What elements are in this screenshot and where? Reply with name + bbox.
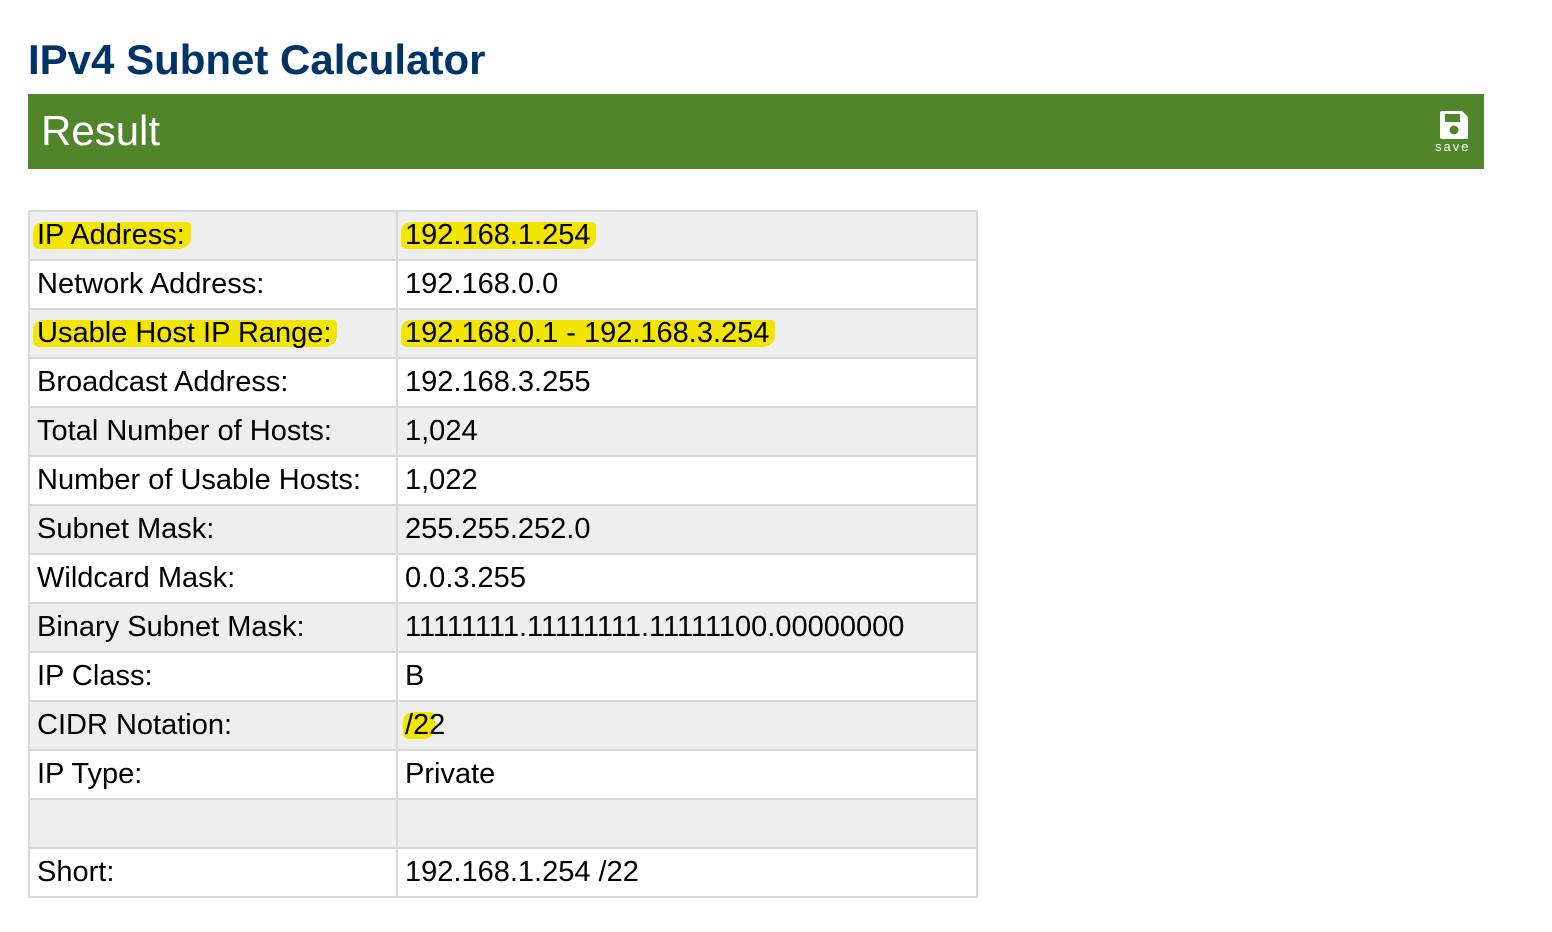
table-row: Short: 192.168.1.254 /22	[28, 847, 978, 898]
row-value: 11111111.11111111.11111100.00000000	[405, 611, 905, 643]
row-label-cell: Number of Usable Hosts:	[28, 455, 398, 506]
row-value: 1,022	[405, 464, 478, 496]
row-value: 192.168.3.255	[405, 366, 591, 398]
table-row: Total Number of Hosts: 1,024	[28, 406, 978, 457]
row-value-cell: 192.168.1.254	[396, 210, 978, 261]
table-row: Subnet Mask: 255.255.252.0	[28, 504, 978, 555]
row-value-cell: 192.168.0.1 - 192.168.3.254	[396, 308, 978, 359]
row-label: Wildcard Mask:	[37, 562, 236, 594]
row-value-cell: 1,024	[396, 406, 978, 457]
row-value-cell: 192.168.0.0	[396, 259, 978, 310]
row-value-cell: 192.168.1.254 /22	[396, 847, 978, 898]
table-row	[28, 798, 978, 849]
row-label-cell: Broadcast Address:	[28, 357, 398, 408]
row-label: Network Address:	[37, 268, 265, 300]
result-table: IP Address: 192.168.1.254 Network Address:…	[28, 210, 978, 898]
row-label: Usable Host IP Range:	[37, 317, 332, 349]
row-value-cell: 192.168.3.255	[396, 357, 978, 408]
save-label: save	[1435, 140, 1471, 153]
row-label-cell: Subnet Mask:	[28, 504, 398, 555]
row-label-cell: IP Class:	[28, 651, 398, 702]
row-label: Number of Usable Hosts:	[37, 464, 361, 496]
row-value-cell: 1,022	[396, 455, 978, 506]
floppy-disk-icon	[1440, 111, 1468, 139]
table-row: IP Type: Private	[28, 749, 978, 800]
row-value: B	[405, 660, 425, 692]
row-label: CIDR Notation:	[37, 709, 233, 741]
row-value: /22	[405, 709, 446, 741]
row-value: 1,024	[405, 415, 478, 447]
result-table-body: IP Address: 192.168.1.254 Network Address:…	[28, 210, 978, 898]
row-label: IP Type:	[37, 758, 143, 790]
page-title: IPv4 Subnet Calculator	[28, 36, 486, 83]
row-label-cell: Network Address:	[28, 259, 398, 310]
row-label: IP Class:	[37, 660, 153, 692]
table-row: Wildcard Mask: 0.0.3.255	[28, 553, 978, 604]
row-label: IP Address:	[37, 219, 185, 251]
row-value-cell: 0.0.3.255	[396, 553, 978, 604]
table-row: Broadcast Address: 192.168.3.255	[28, 357, 978, 408]
row-label-cell	[28, 798, 398, 849]
row-label-cell: IP Address:	[28, 210, 398, 261]
row-label-cell: Binary Subnet Mask:	[28, 602, 398, 653]
row-value: 192.168.0.0	[405, 268, 559, 300]
row-label: Broadcast Address:	[37, 366, 289, 398]
page: IPv4 Subnet Calculator Result save IP Ad…	[0, 0, 1552, 932]
row-value: 192.168.0.1 - 192.168.3.254	[405, 317, 770, 349]
row-label: Subnet Mask:	[37, 513, 215, 545]
row-value-cell: B	[396, 651, 978, 702]
row-label-cell: Usable Host IP Range:	[28, 308, 398, 359]
row-label: Binary Subnet Mask:	[37, 611, 305, 643]
row-value-cell: Private	[396, 749, 978, 800]
row-label-cell: CIDR Notation:	[28, 700, 398, 751]
row-value-cell: 255.255.252.0	[396, 504, 978, 555]
row-value-cell: /22	[396, 700, 978, 751]
row-label-cell: Wildcard Mask:	[28, 553, 398, 604]
row-value: 192.168.1.254 /22	[405, 856, 639, 888]
table-row: Usable Host IP Range: 192.168.0.1 - 192.1…	[28, 308, 978, 359]
table-row: CIDR Notation: /22	[28, 700, 978, 751]
row-value: Private	[405, 758, 496, 790]
table-row: Network Address: 192.168.0.0	[28, 259, 978, 310]
row-value: 192.168.1.254	[405, 219, 591, 251]
result-header: Result save	[28, 94, 1484, 169]
table-row: Binary Subnet Mask: 11111111.11111111.111…	[28, 602, 978, 653]
save-button[interactable]: save	[1434, 110, 1474, 154]
row-label-cell: Short:	[28, 847, 398, 898]
row-label: Short:	[37, 856, 115, 888]
row-value-cell	[396, 798, 978, 849]
table-row: IP Address: 192.168.1.254	[28, 210, 978, 261]
row-value-cell: 11111111.11111111.11111100.00000000	[396, 602, 978, 653]
row-value: 0.0.3.255	[405, 562, 526, 594]
row-label: Total Number of Hosts:	[37, 415, 332, 447]
row-label-cell: IP Type:	[28, 749, 398, 800]
table-row: Number of Usable Hosts: 1,022	[28, 455, 978, 506]
table-row: IP Class: B	[28, 651, 978, 702]
row-label-cell: Total Number of Hosts:	[28, 406, 398, 457]
row-value: 255.255.252.0	[405, 513, 591, 545]
result-title: Result	[41, 107, 161, 154]
